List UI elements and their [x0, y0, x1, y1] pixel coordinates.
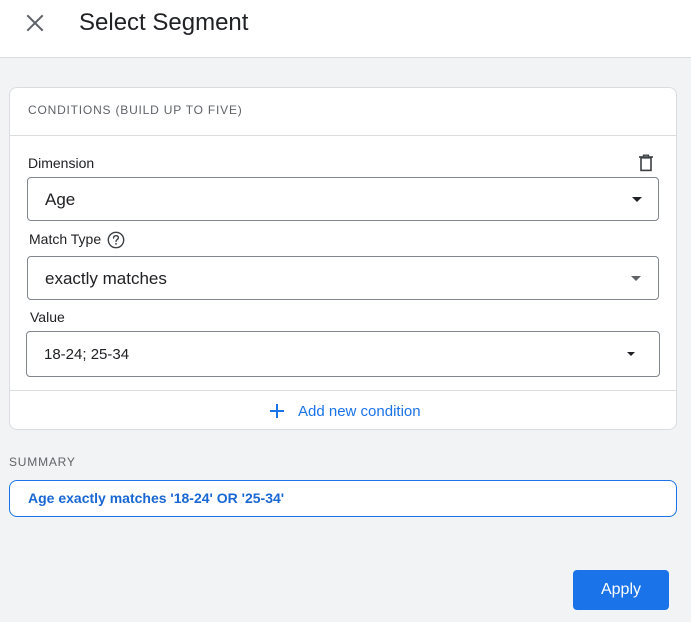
match-type-value: exactly matches	[45, 269, 167, 288]
summary-box: Age exactly matches '18-24' OR '25-34'	[9, 480, 677, 517]
conditions-heading: CONDITIONS (BUILD UP TO FIVE)	[28, 103, 243, 117]
conditions-header: CONDITIONS (BUILD UP TO FIVE)	[10, 88, 676, 136]
trash-icon[interactable]	[638, 154, 654, 172]
value-label: Value	[30, 309, 65, 325]
summary-text: Age exactly matches '18-24' OR '25-34'	[28, 490, 285, 506]
chevron-down-icon	[632, 197, 642, 202]
value-field-value: 18-24; 25-34	[44, 346, 130, 363]
apply-button[interactable]: Apply	[573, 570, 669, 610]
divider	[10, 390, 676, 391]
chevron-down-icon	[631, 276, 641, 281]
page-title: Select Segment	[79, 9, 249, 36]
help-icon[interactable]	[107, 231, 125, 249]
add-condition-label: Add new condition	[298, 402, 421, 420]
dimension-value: Age	[45, 190, 76, 209]
add-condition-button[interactable]: Add new condition	[268, 400, 421, 422]
close-icon[interactable]	[22, 10, 48, 36]
value-select[interactable]: 18-24; 25-34	[26, 331, 660, 377]
conditions-card: CONDITIONS (BUILD UP TO FIVE) Dimension …	[9, 87, 677, 430]
summary-label: SUMMARY	[9, 455, 76, 469]
dimension-label: Dimension	[28, 155, 95, 171]
dialog-header: Select Segment	[0, 0, 691, 58]
match-type-label: Match Type	[29, 231, 102, 247]
match-type-select[interactable]: exactly matches	[27, 256, 659, 300]
dimension-select[interactable]: Age	[27, 177, 659, 221]
plus-icon	[270, 404, 284, 418]
chevron-down-icon	[627, 352, 635, 356]
